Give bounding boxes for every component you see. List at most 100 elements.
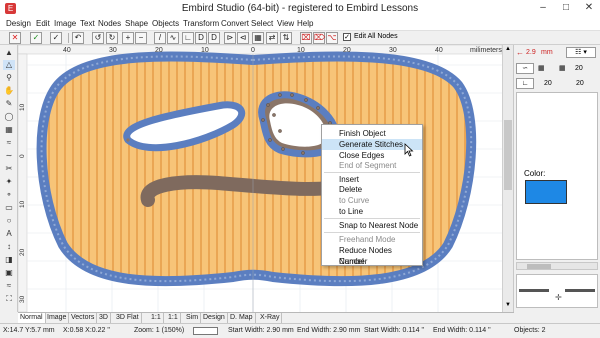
add-node-icon[interactable]: + [122,32,134,44]
menu-item-finish-object[interactable]: Finish Object [322,128,422,139]
svg-text:10: 10 [19,103,26,111]
smooth-icon[interactable]: D [195,32,207,44]
preview-line-right [565,289,595,292]
line-icon[interactable]: / [154,32,166,44]
toolbar: ✕ ✓ ✓ ↶ ↺ ↻ + − / ∿ ∟ D D ⊳ ⊲ ▦ ⇄ ⇅ ⌧ ⌦ … [0,31,600,45]
pan-icon[interactable]: ✋ [3,86,15,96]
edit-all-nodes-checkbox[interactable]: ✓ [343,33,351,41]
menu-edit[interactable]: Edit [36,19,50,28]
shape-icon[interactable]: ◯ [3,112,15,122]
zoom-icon[interactable]: ⚲ [3,73,15,83]
svg-text:0: 0 [19,154,26,158]
panel-hscroll[interactable] [516,262,598,270]
wave-icon[interactable]: ≈ [3,281,15,291]
reverse-icon[interactable]: ⇄ [266,32,278,44]
svg-text:20: 20 [19,248,26,256]
menu-select[interactable]: Select [251,19,273,28]
lock-icon[interactable]: ⛶ [3,294,15,304]
status-end-width-in: End Width: 0.114 " [433,327,491,334]
density-b: 20 [544,80,552,87]
measure-icon[interactable]: ↕ [3,242,15,252]
flip-icon[interactable]: ⇅ [280,32,292,44]
rect-icon[interactable]: ▭ [3,203,15,213]
canvas-vertical-scrollbar[interactable]: ▲ ▼ [502,45,513,312]
color-swatch[interactable] [525,180,567,204]
left-toolbox: ▲ △ ⚲ ✋ ✎ ◯ ▦ ≈ ∼ ✂ ✦ ⚬ ▭ ○ A ↕ ◨ ▣ ≈ ⛶ [0,45,18,312]
crosshair-icon: ✛ [555,293,562,302]
menu-image[interactable]: Image [54,19,76,28]
arc3-icon[interactable]: ⌥ [326,32,338,44]
arc-icon[interactable]: ⌧ [300,32,312,44]
symmetric-icon[interactable]: D [208,32,220,44]
pen-icon[interactable]: ✎ [3,99,15,109]
color-label: Color: [524,169,546,178]
preview-line-left [519,289,549,292]
menu-objects[interactable]: Objects [152,19,179,28]
menu-help[interactable]: Help [297,19,313,28]
remove-node-icon[interactable]: − [135,32,147,44]
close-button[interactable]: ✕ [578,0,600,17]
align-icon[interactable]: ▦ [252,32,264,44]
edit-all-nodes-label: Edit All Nodes [354,33,398,40]
menu-item-to-line[interactable]: to Line [322,206,422,217]
status-coords: X:14.7 Y:5.7 mm [3,327,55,334]
svg-text:30: 30 [19,295,26,303]
menu-item-cancel[interactable]: Cancel [322,256,422,267]
menu-separator [324,172,420,173]
knife-icon[interactable]: ✂ [3,164,15,174]
size-value: 2.9 [526,49,536,56]
grid-icon[interactable]: ▦ [559,64,566,72]
menu-nodes[interactable]: Nodes [98,19,121,28]
undo-icon[interactable]: ↺ [92,32,104,44]
pattern-select[interactable]: ☷ ▾ [566,47,596,58]
menu-convert[interactable]: Convert [221,19,249,28]
status-field-box [193,327,218,335]
star-icon[interactable]: ✦ [3,177,15,187]
run-icon[interactable]: ∼ [3,151,15,161]
check-icon[interactable]: ✓ [50,32,62,44]
cancel-icon[interactable]: ✕ [9,32,21,44]
menu-transform[interactable]: Transform [183,19,219,28]
circle-icon[interactable]: ○ [3,216,15,226]
text-icon[interactable]: A [3,229,15,239]
break-icon[interactable]: ⊲ [237,32,249,44]
maximize-button[interactable]: □ [555,0,577,17]
join-icon[interactable]: ⊳ [224,32,236,44]
curve-icon[interactable]: ∿ [167,32,179,44]
menu-design[interactable]: Design [6,19,31,28]
applique-icon[interactable]: ◨ [3,255,15,265]
fill-type-icon[interactable]: ▦ [538,64,545,72]
spiral-icon[interactable]: ⚬ [3,190,15,200]
angle-button[interactable]: ∟ [516,78,534,89]
svg-text:0: 0 [251,47,255,54]
pointer-icon[interactable]: ▲ [3,48,15,58]
scroll-down-arrow[interactable]: ▼ [505,302,511,308]
node-edit-icon[interactable]: △ [3,60,15,70]
design-canvas[interactable]: 40 30 20 10 0 10 20 30 40 milimeters 10 … [18,45,502,312]
canvas-svg[interactable]: 40 30 20 10 0 10 20 30 40 milimeters 10 … [18,45,502,312]
menu-item-reduce-nodes-number[interactable]: Reduce Nodes Number [322,245,422,266]
right-properties-panel: ← 2.9 mm ☷ ▾ ∽ ▦ ▦ 20 ∟ 20 20 Color: ✛ [513,45,600,325]
svg-text:40: 40 [435,47,443,54]
panel-hscroll-thumb[interactable] [527,264,551,269]
scroll-up-arrow[interactable]: ▲ [505,46,511,52]
menu-text[interactable]: Text [80,19,95,28]
rotate-icon[interactable]: ↶ [72,32,84,44]
hoop-icon[interactable]: ▣ [3,268,15,278]
status-zoom: Zoom: 1 (150%) [134,327,185,334]
arc2-icon[interactable]: ⌦ [313,32,325,44]
left-hole-node[interactable] [126,138,130,142]
redo-icon[interactable]: ↻ [106,32,118,44]
minimize-button[interactable]: – [532,0,554,17]
satin-icon[interactable]: ≈ [3,138,15,148]
svg-text:20: 20 [155,47,163,54]
corner-icon[interactable]: ∟ [182,32,194,44]
menu-shape[interactable]: Shape [125,19,148,28]
confirm-icon[interactable]: ✓ [30,32,42,44]
menu-item-delete[interactable]: Delete [322,184,422,195]
stitch-type-button[interactable]: ∽ [516,63,534,74]
fill-icon[interactable]: ▦ [3,125,15,135]
scroll-thumb[interactable] [504,120,512,190]
menu-item-snap-to-nearest-node[interactable]: Snap to Nearest Node [322,220,422,231]
menu-view[interactable]: View [277,19,294,28]
